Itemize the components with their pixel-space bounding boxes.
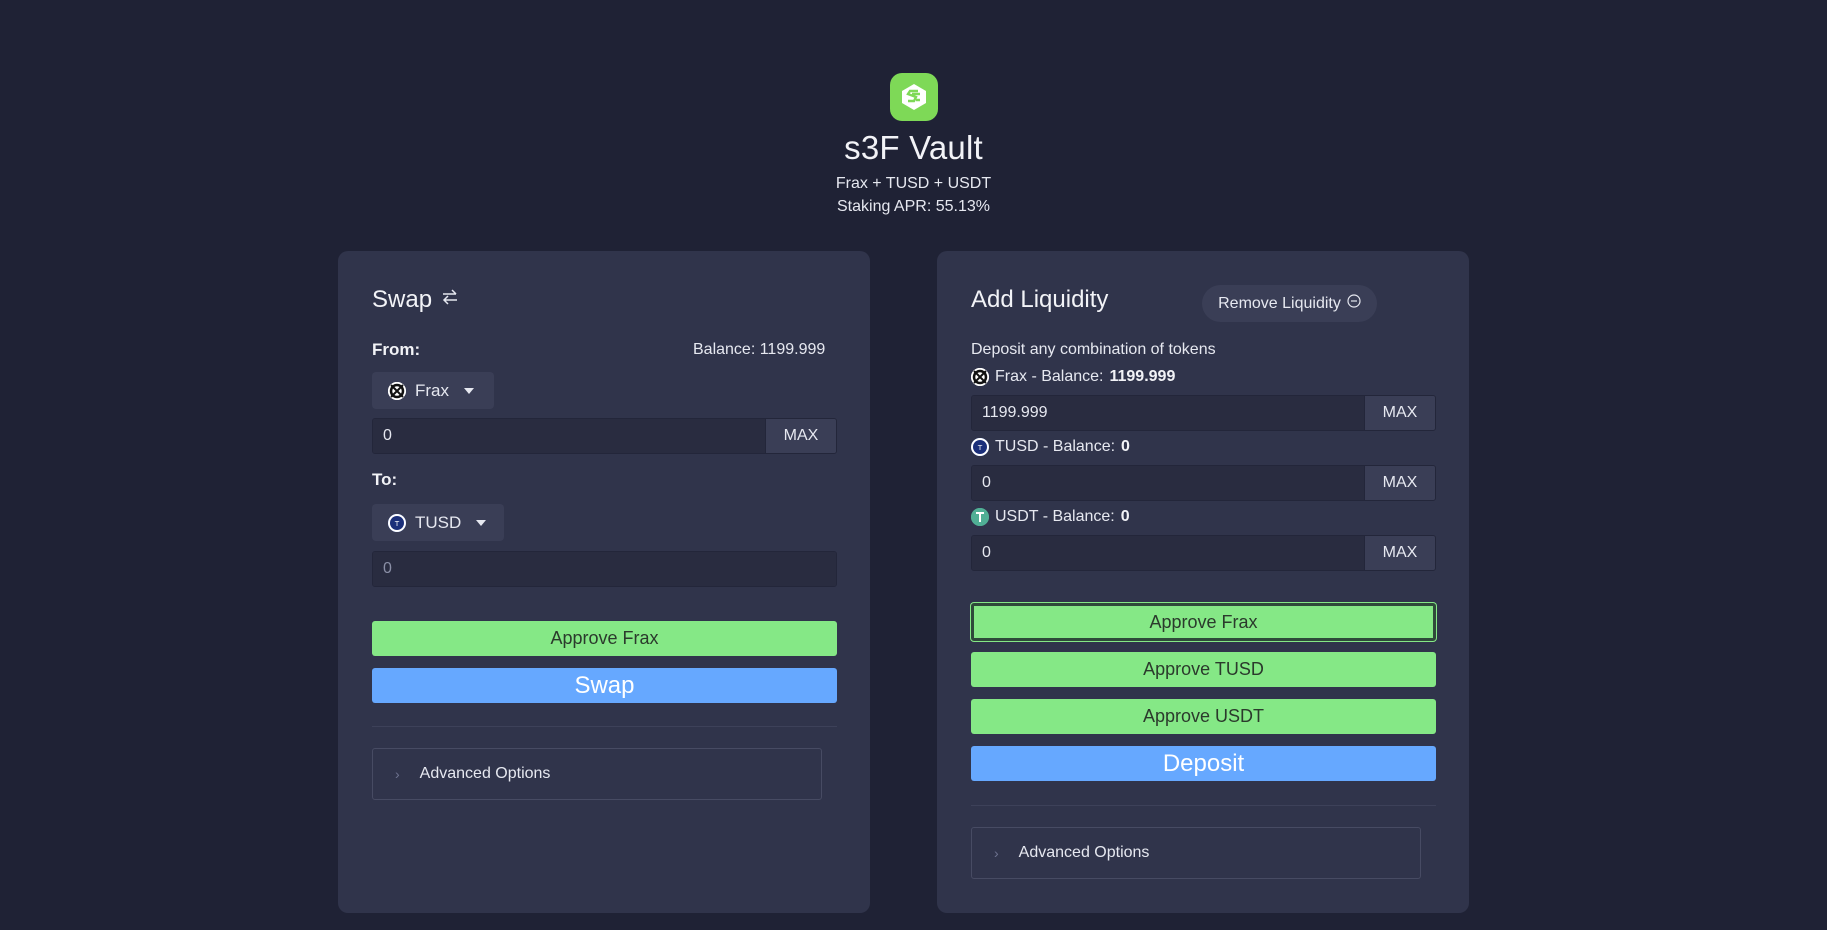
tusd-balance-value: 0	[1121, 438, 1130, 455]
add-liquidity-title-text: Add Liquidity	[971, 286, 1109, 313]
from-amount-input[interactable]	[373, 419, 765, 453]
usdt-icon	[971, 508, 989, 526]
remove-liquidity-button[interactable]: Remove Liquidity	[1202, 285, 1377, 322]
advanced-options-toggle[interactable]: › Advanced Options	[372, 748, 822, 800]
approve-tusd-button[interactable]: Approve TUSD	[971, 652, 1436, 687]
divider	[372, 726, 837, 727]
usdt-amount-row: MAX	[971, 535, 1436, 571]
frax-amount-input[interactable]	[972, 396, 1364, 430]
tusd-icon: T	[388, 513, 406, 532]
vault-title: s3F Vault	[844, 129, 983, 166]
swap-button[interactable]: Swap	[372, 668, 837, 703]
usdt-balance-value: 0	[1120, 508, 1130, 525]
swap-title-text: Swap	[372, 286, 433, 313]
from-max-button[interactable]: MAX	[765, 419, 836, 453]
saddle-logo-icon	[889, 73, 938, 121]
tusd-amount-row: MAX	[971, 465, 1436, 501]
advanced-options-label: Advanced Options	[419, 765, 551, 782]
svg-text:T: T	[394, 520, 400, 528]
approve-usdt-button[interactable]: Approve USDT	[971, 699, 1436, 734]
divider	[971, 805, 1436, 806]
usdt-balance-label: USDT - Balance:	[995, 508, 1115, 525]
usdt-balance-line: USDT - Balance: 0	[971, 508, 1130, 526]
tusd-amount-input[interactable]	[972, 466, 1364, 500]
chevron-right-icon: ›	[994, 845, 999, 861]
frax-balance-value: 1199.999	[1109, 368, 1176, 385]
swap-arrows-icon	[440, 286, 460, 314]
approve-frax-button[interactable]: Approve Frax	[971, 603, 1436, 641]
approve-frax-button[interactable]: Approve Frax	[372, 621, 837, 656]
frax-icon	[971, 368, 989, 386]
tusd-balance-line: T TUSD - Balance: 0	[971, 438, 1130, 456]
tusd-balance-label: TUSD - Balance:	[995, 438, 1116, 455]
deposit-button[interactable]: Deposit	[971, 746, 1436, 781]
from-balance: Balance: 1199.999	[693, 341, 826, 358]
vault-header: s3F Vault Frax + TUSD + USDT Staking APR…	[0, 73, 1827, 216]
chevron-right-icon: ›	[395, 766, 400, 782]
frax-balance-label: Frax - Balance:	[995, 368, 1104, 385]
remove-liquidity-label: Remove Liquidity	[1218, 294, 1341, 312]
to-label: To:	[372, 470, 398, 489]
to-amount-input[interactable]	[373, 552, 836, 586]
to-token-select[interactable]: T TUSD	[372, 504, 504, 541]
chevron-down-icon	[476, 519, 487, 526]
minus-circle-icon	[1347, 294, 1361, 313]
frax-icon	[388, 381, 406, 400]
from-label: From:	[372, 340, 421, 359]
usdt-amount-input[interactable]	[972, 536, 1364, 570]
advanced-options-toggle[interactable]: › Advanced Options	[971, 827, 1421, 879]
to-amount-row	[372, 551, 837, 587]
vault-pool-tokens: Frax + TUSD + USDT	[835, 175, 992, 192]
add-liquidity-title: Add Liquidity	[971, 286, 1108, 314]
deposit-description: Deposit any combination of tokens	[971, 341, 1216, 358]
tusd-icon: T	[971, 438, 989, 456]
tusd-max-button[interactable]: MAX	[1364, 466, 1435, 500]
from-token-select[interactable]: Frax	[372, 372, 494, 409]
to-token-label: TUSD	[415, 512, 462, 532]
usdt-max-button[interactable]: MAX	[1364, 536, 1435, 570]
frax-amount-row: MAX	[971, 395, 1436, 431]
from-token-label: Frax	[415, 380, 449, 400]
swap-card: Swap From: Balance: 1199.999 Frax MAX To…	[338, 251, 870, 913]
add-liquidity-card: Add Liquidity Remove Liquidity Deposit a…	[937, 251, 1469, 913]
frax-max-button[interactable]: MAX	[1364, 396, 1435, 430]
chevron-down-icon	[464, 387, 474, 394]
svg-text:T: T	[977, 444, 983, 452]
swap-title: Swap	[372, 286, 460, 314]
frax-balance-line: Frax - Balance: 1199.999	[971, 368, 1175, 386]
staking-apr: Staking APR: 55.13%	[837, 198, 990, 215]
advanced-options-label: Advanced Options	[1018, 844, 1150, 861]
from-amount-row: MAX	[372, 418, 837, 454]
